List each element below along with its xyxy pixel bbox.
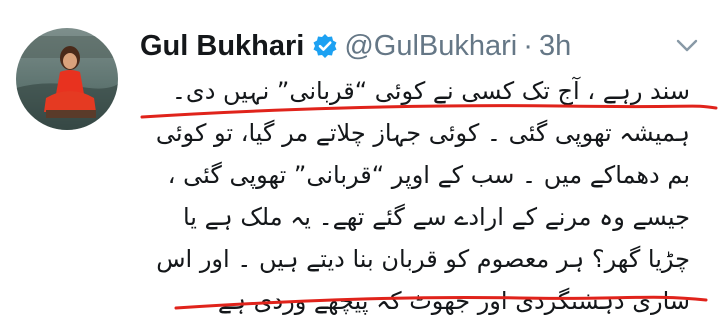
tweet-text-line: سند رہے ، آج تک کسی نے کوئی “قربانی” نہی… bbox=[171, 77, 690, 105]
tweet-text-line: جیسے وہ مرنے کے ارادے سے گئے تھے۔ یہ ملک… bbox=[182, 203, 690, 231]
tweet-text-line: ہمیشہ تھوپی گئی ۔ کوئی جہاز چلاتے مر گیا… bbox=[155, 119, 690, 147]
tweet-card[interactable]: Gul Bukhari @GulBukhari · 3h سند رہے ، آ… bbox=[0, 0, 720, 326]
tweet-header: Gul Bukhari @GulBukhari · 3h bbox=[140, 26, 571, 66]
tweet-text-line: بم دھماکے میں ۔ سب کے اوپر “قربانی” تھوپ… bbox=[167, 161, 690, 189]
user-handle[interactable]: @GulBukhari bbox=[344, 30, 517, 63]
display-name[interactable]: Gul Bukhari bbox=[140, 30, 304, 63]
timestamp[interactable]: 3h bbox=[539, 30, 571, 63]
tweet-text-line: چڑیا گھر؟ ہر معصوم کو قربان بنا دیتے ہیں… bbox=[156, 245, 690, 273]
tweet-text-line: ساری دہشتگردی اور جھوٹ کہ پیچھے وردی ہے bbox=[217, 287, 690, 315]
verified-badge-icon bbox=[312, 33, 338, 59]
chevron-down-icon[interactable] bbox=[676, 38, 698, 54]
tweet-text: سند رہے ، آج تک کسی نے کوئی “قربانی” نہی… bbox=[128, 70, 690, 322]
header-separator: · bbox=[523, 29, 533, 62]
profile-avatar[interactable] bbox=[16, 28, 118, 130]
